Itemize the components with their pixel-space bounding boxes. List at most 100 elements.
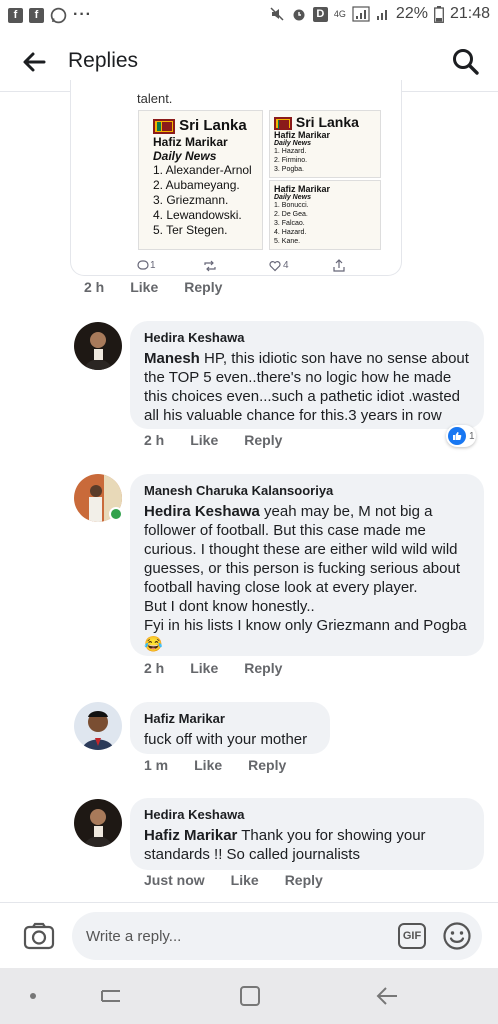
emoji-icon[interactable] — [442, 921, 472, 951]
list-item: 3. Falcao. — [274, 220, 305, 227]
sri-lanka-flag-icon — [274, 116, 292, 130]
timestamp: 2 h — [144, 660, 165, 676]
list-item: 2. Firmino. — [274, 157, 308, 164]
player-list: 1. Bonucci. 2. De Gea. 3. Falcao. 4. Haz… — [274, 201, 376, 246]
list-item: 5. Ter Stegen. — [153, 223, 228, 237]
heart-icon — [269, 261, 281, 272]
comment-bubble[interactable]: Hedira Keshawa Manesh HP, this idiotic s… — [130, 321, 484, 429]
country-label: Sri Lanka — [179, 117, 247, 134]
battery-percent: 22% — [395, 5, 428, 22]
wifi-signal-icon — [376, 10, 387, 20]
author-label: Hafiz Marikar — [274, 130, 331, 140]
avatar[interactable] — [74, 702, 122, 750]
shared-post-text: talent. — [137, 91, 173, 106]
list-item: 4. Hazard. — [274, 229, 307, 236]
page-title: Replies — [68, 49, 139, 72]
reaction-summary[interactable]: 1 — [446, 425, 476, 447]
alarm-icon — [293, 9, 305, 21]
facebook-notification-icon: f — [29, 7, 44, 23]
system-nav-bar — [0, 968, 498, 1024]
country-label: Sri Lanka — [295, 114, 359, 130]
comment-meta: 2 h Like Reply — [84, 279, 248, 295]
list-item: 4. Lewandowski. — [153, 208, 242, 222]
battery-icon — [434, 5, 444, 23]
outlet-label: Daily News — [274, 194, 311, 201]
comment-meta: 2 h Like Reply — [144, 432, 308, 448]
reply-bubble-icon — [137, 260, 149, 270]
clock: 21:48 — [449, 5, 490, 22]
timestamp: Just now — [144, 872, 205, 888]
reply-button[interactable]: Reply — [248, 757, 286, 773]
outlet-label: Daily News — [153, 149, 217, 163]
reply-bar: GIF — [0, 902, 498, 968]
comment-bubble[interactable]: Hafiz Marikar fuck off with your mother — [130, 702, 330, 754]
comment-author[interactable]: Hedira Keshawa — [144, 330, 470, 345]
like-reaction-icon — [448, 427, 466, 445]
like-button[interactable]: Like — [130, 279, 158, 295]
author-label: Hafiz Marikar — [274, 184, 331, 194]
reply-button[interactable]: Reply — [184, 279, 222, 295]
player-list: 1. Hazard. 2. Firmino. 3. Pogba. — [274, 147, 376, 174]
camera-icon[interactable] — [22, 919, 56, 953]
share-icon — [333, 259, 345, 272]
like-button[interactable]: Like — [190, 660, 218, 676]
timestamp: 1 m — [144, 757, 169, 773]
outlet-label: Daily News — [274, 140, 311, 147]
gif-button[interactable]: GIF — [398, 923, 426, 949]
comment-text-line: Fyi in his lists I know only Griezmann a… — [144, 617, 467, 634]
comment-author[interactable]: Manesh Charuka Kalansooriya — [144, 483, 470, 498]
shared-post-card[interactable]: talent. Sri Lanka Hafiz Marikar Daily Ne… — [70, 80, 402, 276]
list-item: 2. Aubameyang. — [153, 178, 240, 192]
sri-lanka-flag-icon — [153, 118, 175, 134]
back-icon[interactable] — [375, 984, 401, 1008]
reply-button[interactable]: Reply — [244, 432, 282, 448]
avatar[interactable] — [74, 322, 122, 370]
news-image-right-top[interactable]: Sri Lanka Hafiz Marikar Daily News 1. Ha… — [269, 110, 381, 178]
list-item: 2. De Gea. — [274, 211, 308, 218]
laughing-emoji: 😂 — [144, 636, 163, 653]
network-type: 4G — [333, 9, 346, 19]
news-image-right-bottom[interactable]: Hafiz Marikar Daily News 1. Bonucci. 2. … — [269, 180, 381, 250]
player-list: 1. Alexander-Arnol 2. Aubameyang. 3. Gri… — [153, 163, 256, 238]
list-item: 1. Hazard. — [274, 148, 307, 155]
list-item: 3. Pogba. — [274, 166, 304, 173]
reaction-count: 1 — [469, 430, 475, 442]
comment-meta: 2 h Like Reply — [144, 660, 308, 676]
mention-link[interactable]: Manesh — [144, 350, 200, 367]
nav-dot-icon[interactable] — [30, 993, 36, 999]
more-notifications: ··· — [73, 6, 92, 23]
list-item: 5. Kane. — [274, 238, 301, 245]
author-label: Hafiz Marikar — [153, 135, 228, 149]
whatsapp-icon — [50, 7, 67, 23]
mute-icon — [270, 7, 284, 21]
comment-author[interactable]: Hedira Keshawa — [144, 807, 470, 822]
tweet-actions: 1 4 — [137, 258, 347, 274]
mention-link[interactable]: Hafiz Marikar — [144, 827, 237, 844]
facebook-notification-icon: f — [8, 7, 23, 23]
like-button[interactable]: Like — [231, 872, 259, 888]
like-button[interactable]: Like — [190, 432, 218, 448]
comment-author[interactable]: Hafiz Marikar — [144, 711, 316, 726]
retweet-icon — [204, 260, 216, 272]
timestamp: 2 h — [144, 432, 165, 448]
list-item: 1. Alexander-Arnol — [153, 163, 252, 177]
tweet-like-count: 4 — [283, 260, 289, 271]
search-icon[interactable] — [450, 46, 482, 78]
tweet-reply-count: 1 — [150, 260, 156, 271]
comment-bubble[interactable]: Manesh Charuka Kalansooriya Hedira Kesha… — [130, 474, 484, 656]
mention-link[interactable]: Hedira Keshawa — [144, 503, 260, 520]
comment-text: fuck off with your mother — [144, 731, 308, 748]
list-item: 1. Bonucci. — [274, 202, 309, 209]
reply-button[interactable]: Reply — [244, 660, 282, 676]
avatar[interactable] — [74, 799, 122, 847]
recent-apps-icon[interactable] — [98, 984, 124, 1008]
news-image-left[interactable]: Sri Lanka Hafiz Marikar Daily News 1. Al… — [138, 110, 263, 250]
home-icon[interactable] — [238, 984, 262, 1008]
comment-meta: Just now Like Reply — [144, 872, 349, 888]
back-arrow-icon[interactable] — [18, 46, 50, 78]
like-button[interactable]: Like — [194, 757, 222, 773]
comment-bubble[interactable]: Hedira Keshawa Hafiz Marikar Thank you f… — [130, 798, 484, 870]
status-bar: f f ··· D 4G 22% 21:48 — [0, 0, 498, 32]
reply-button[interactable]: Reply — [285, 872, 323, 888]
comment-meta: 1 m Like Reply — [144, 757, 312, 773]
